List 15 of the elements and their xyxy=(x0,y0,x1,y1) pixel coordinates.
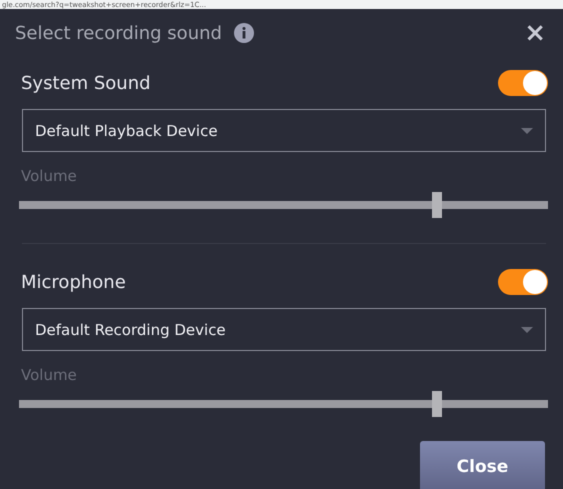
device-dropdown[interactable]: Default Recording Device xyxy=(22,308,546,351)
caret-icon xyxy=(521,128,533,134)
volume-label: Volume xyxy=(20,167,78,185)
device-dropdown[interactable]: Default Playback Device xyxy=(22,109,546,152)
toggle-switch[interactable] xyxy=(498,70,548,96)
dialog-title: Select recording sound xyxy=(15,22,222,44)
section-title: System Sound xyxy=(21,72,151,94)
slider-thumb[interactable] xyxy=(432,391,442,417)
toggle-switch[interactable] xyxy=(498,269,548,295)
section-title: Microphone xyxy=(21,272,126,292)
volume-label: Volume xyxy=(20,366,78,384)
info-icon[interactable] xyxy=(234,23,254,43)
slider-thumb[interactable] xyxy=(432,192,442,218)
close-button[interactable]: Close xyxy=(420,441,545,489)
caret-icon xyxy=(521,326,533,332)
